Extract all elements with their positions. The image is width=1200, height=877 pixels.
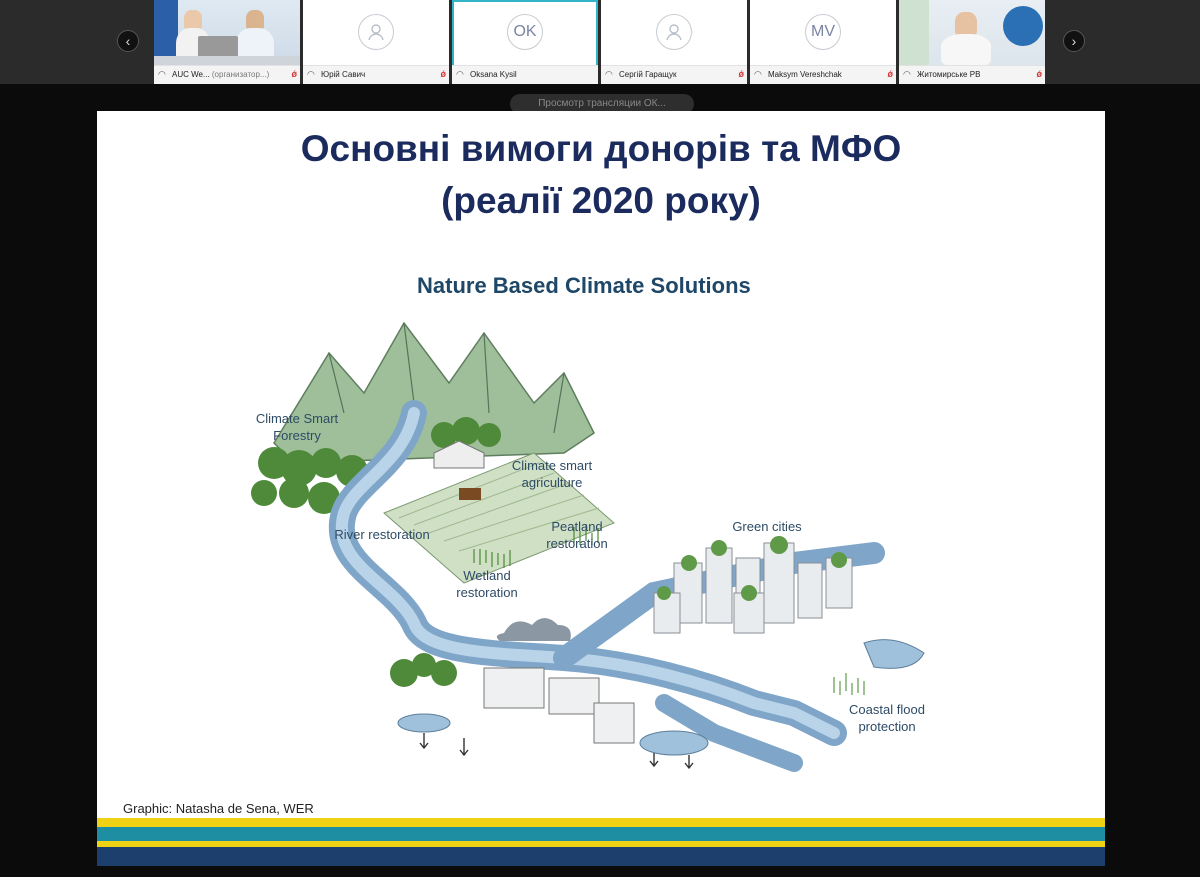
video-feed — [899, 0, 1045, 66]
participant-tile-4[interactable]: ◠ Сергій Гаращук ǿ — [601, 0, 747, 84]
participant-tile-6[interactable]: ◠ Житомирське РВ ǿ — [899, 0, 1045, 84]
label-agriculture: Climate smart agriculture — [511, 458, 593, 490]
mic-muted-icon: ǿ — [291, 69, 298, 79]
participant-name: Maksym Vereshchak — [768, 70, 842, 79]
video-placeholder — [303, 0, 449, 66]
participant-tile-2[interactable]: ◠ Юрій Савич ǿ — [303, 0, 449, 84]
label-coastal: Coastal flood protection — [849, 702, 925, 734]
video-feed — [154, 0, 300, 66]
participant-bar: ◠ Oksana Kysil — [452, 65, 598, 84]
person-body — [941, 34, 991, 66]
video-placeholder: OK — [452, 0, 598, 66]
user-icon — [358, 14, 394, 50]
label-peatland: Peatland restoration — [546, 519, 608, 551]
label-wetland: Wetland restoration — [456, 568, 518, 600]
video-placeholder: MV — [750, 0, 896, 66]
video-placeholder — [601, 0, 747, 66]
slide-title-line2: (реалії 2020 року) — [441, 180, 761, 221]
slide-credit: Graphic: Natasha de Sena, WER — [123, 801, 314, 816]
participant-name: AUC We... — [172, 70, 210, 79]
mic-muted-icon: ǿ — [738, 69, 745, 79]
participant-name: Житомирське РВ — [917, 70, 981, 79]
logo-decoration — [1003, 6, 1043, 46]
participant-bar: ◠ Житомирське РВ ǿ — [899, 65, 1045, 84]
mic-muted-icon: ǿ — [887, 69, 894, 79]
participant-name: Oksana Kysil — [470, 70, 517, 79]
participant-name: Юрій Савич — [321, 70, 366, 79]
participant-bar: ◠ AUC We... (организатор...) ǿ — [154, 65, 300, 84]
chevron-left-icon[interactable]: ‹ — [117, 30, 139, 52]
label-forestry: Climate Smart Forestry — [255, 411, 339, 443]
participant-bar: ◠ Сергій Гаращук ǿ — [601, 65, 747, 84]
chevron-right-icon[interactable]: › — [1063, 30, 1085, 52]
headset-icon: ◠ — [903, 69, 911, 79]
user-icon — [656, 14, 692, 50]
headset-icon: ◠ — [158, 69, 166, 79]
mic-muted-icon: ǿ — [1036, 69, 1043, 79]
participant-role: (организатор...) — [211, 70, 270, 79]
label-river: River restoration — [334, 527, 430, 542]
headset-icon: ◠ — [605, 69, 613, 79]
slide-title-line1: Основні вимоги донорів та МФО — [300, 128, 902, 169]
initials-avatar: OK — [507, 14, 543, 50]
label-green-cities: Green cities — [732, 519, 802, 534]
participant-bar: ◠ Юрій Савич ǿ — [303, 65, 449, 84]
shared-slide: Основні вимоги донорів та МФО (реалії 20… — [97, 111, 1105, 866]
band-teal — [97, 827, 1105, 841]
participant-tile-1[interactable]: ◠ AUC We... (организатор...) ǿ — [154, 0, 300, 84]
headset-icon: ◠ — [754, 69, 762, 79]
slide-title: Основні вимоги донорів та МФО (реалії 20… — [97, 123, 1105, 227]
laptop — [198, 36, 238, 58]
participant-name: Сергій Гаращук — [619, 70, 677, 79]
graphic-title: Nature Based Climate Solutions — [417, 273, 751, 298]
person-head — [184, 10, 202, 30]
person-head — [246, 10, 264, 30]
participant-tile-3[interactable]: OK ◠ Oksana Kysil — [452, 0, 598, 84]
headset-icon: ◠ — [307, 69, 315, 79]
band-yellow — [97, 818, 1105, 827]
initials-avatar: MV — [805, 14, 841, 50]
participant-bar: ◠ Maksym Vereshchak ǿ — [750, 65, 896, 84]
mic-muted-icon: ǿ — [440, 69, 447, 79]
participant-strip: ‹ › ◠ AUC We... (организатор...) ǿ ◠ Юрі… — [0, 0, 1200, 84]
headset-icon: ◠ — [456, 69, 464, 79]
window-decoration — [899, 0, 929, 66]
person-head — [955, 12, 977, 36]
band-navy — [97, 847, 1105, 866]
participant-tile-5[interactable]: MV ◠ Maksym Vereshchak ǿ — [750, 0, 896, 84]
